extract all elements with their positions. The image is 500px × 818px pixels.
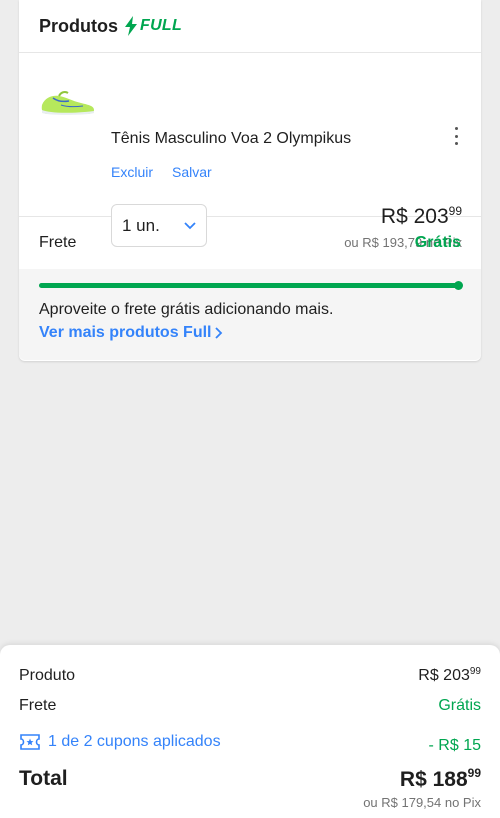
shipping-value: Grátis (414, 234, 461, 251)
item-actions: Excluir Salvar (111, 164, 212, 180)
promo-message: Aproveite o frete grátis adicionando mai… (39, 301, 334, 318)
see-more-products-link[interactable]: Ver mais produtos Full (39, 324, 223, 342)
summary-product-amount: R$ 203 (418, 667, 470, 684)
shipping-row: Frete Grátis (19, 217, 481, 269)
summary-shipping-label: Frete (19, 697, 57, 714)
sneaker-thumbnail[interactable] (39, 83, 97, 119)
shipping-progress-bar (39, 281, 463, 290)
coupons-link[interactable]: 1 de 2 cupons aplicados (19, 733, 221, 751)
total-amount: R$ 188 (399, 768, 468, 791)
coupons-label: 1 de 2 cupons aplicados (48, 733, 221, 750)
summary-total-row: Total R$ 18899 (19, 766, 481, 792)
card-header: Produtos FULL (19, 0, 481, 53)
coupon-discount-value: - R$ 15 (428, 737, 481, 754)
coupon-ticket-icon (20, 734, 40, 750)
summary-shipping-value: Grátis (438, 697, 481, 714)
total-label: Total (19, 767, 68, 790)
progress-dot (454, 281, 463, 290)
lightning-icon (125, 16, 137, 36)
product-name[interactable]: Tênis Masculino Voa 2 Olympikus (111, 130, 351, 148)
order-summary: Produto R$ 20399 Frete Grátis 1 de 2 cup… (0, 645, 500, 818)
shipping-label: Frete (39, 234, 77, 251)
total-value: R$ 18899 (400, 766, 481, 792)
save-link[interactable]: Salvar (172, 164, 212, 180)
more-options-icon[interactable] (449, 125, 463, 147)
progress-fill (39, 283, 461, 288)
full-badge: FULL (124, 16, 182, 36)
summary-coupon-row: 1 de 2 cupons aplicados - R$ 15 (19, 733, 481, 754)
summary-shipping-row: Frete Grátis (19, 697, 481, 715)
summary-product-value: R$ 20399 (418, 666, 481, 685)
delete-link[interactable]: Excluir (111, 164, 153, 180)
see-more-label: Ver mais produtos Full (39, 324, 212, 341)
total-cents: 99 (467, 766, 481, 780)
chevron-right-icon (215, 327, 223, 339)
summary-product-cents: 99 (469, 666, 481, 677)
summary-product-label: Produto (19, 666, 76, 684)
full-badge-label: FULL (140, 17, 183, 34)
summary-product-row: Produto R$ 20399 (19, 666, 481, 685)
cart-item: Tênis Masculino Voa 2 Olympikus Excluir … (19, 53, 481, 250)
price-cents: 99 (448, 204, 462, 218)
total-pix: ou R$ 179,54 no Pix (363, 795, 481, 810)
card-title: Produtos (39, 15, 118, 36)
free-shipping-promo: Aproveite o frete grátis adicionando mai… (19, 269, 481, 360)
